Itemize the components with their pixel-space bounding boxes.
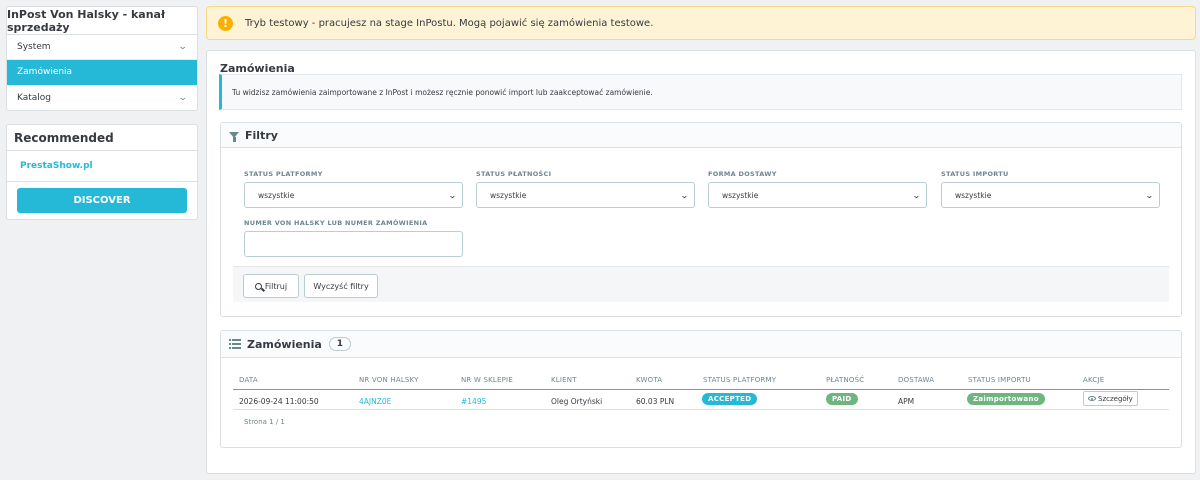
chevron-down-icon: ⌄ <box>912 190 922 200</box>
col-delivery[interactable]: DOSTAWA <box>898 376 934 384</box>
orders-header: Zamówienia 1 <box>221 331 1181 358</box>
select-value: wszystkie <box>258 190 295 200</box>
main-panel: Zamówienia Tu widzisz zamówienia zaimpor… <box>206 50 1196 474</box>
col-client[interactable]: KLIENT <box>551 376 577 384</box>
delivery-form-select[interactable]: wszystkie ⌄ <box>708 182 927 208</box>
sidebar-item-system[interactable]: System ⌄ <box>7 35 197 60</box>
recommended-title: Recommended <box>7 125 197 151</box>
filter-button-label: Filtruj <box>264 281 288 291</box>
details-button[interactable]: Szczegóły <box>1083 391 1138 406</box>
clear-filters-button[interactable]: Wyczyść filtry <box>304 274 378 298</box>
payment-status-label: STATUS PŁATNOŚCI <box>476 170 552 178</box>
chevron-down-icon: ⌄ <box>680 190 690 200</box>
order-number-label: NUMER VON HALSKY LUB NUMER ZAMÓWIENIA <box>244 219 428 227</box>
warning-icon: ! <box>218 15 233 31</box>
select-value: wszystkie <box>955 190 992 200</box>
col-platform-status[interactable]: STATUS PLATFORMY <box>703 376 776 384</box>
col-import-status[interactable]: STATUS IMPORTU <box>968 376 1031 384</box>
info-text: Tu widzisz zamówienia zaimportowane z In… <box>232 87 653 97</box>
eye-icon <box>1088 396 1096 401</box>
import-status-badge: Zaimportowano <box>967 393 1045 405</box>
discover-wrap: DISCOVER <box>7 182 197 219</box>
alert-text: Tryb testowy - pracujesz na stage InPost… <box>245 17 654 29</box>
payment-status-badge: PAID <box>826 393 858 405</box>
module-title: InPost Von Halsky - kanał sprzedaży <box>7 7 197 35</box>
col-shop-number[interactable]: NR W SKLEPIE <box>461 376 513 384</box>
filters-footer: Filtruj Wyczyść filtry <box>233 266 1169 302</box>
table-row-divider <box>233 409 1169 410</box>
cell-client: Oleg Ortyński <box>551 397 603 406</box>
chevron-down-icon: ⌄ <box>178 92 189 103</box>
orders-title: Zamówienia <box>247 337 322 351</box>
chevron-down-icon: ⌄ <box>178 42 189 52</box>
orders-card: Zamówienia 1 DATA NR VON HALSKY NR W SKL… <box>220 330 1182 448</box>
list-icon <box>229 339 241 349</box>
order-number-input[interactable] <box>244 231 463 257</box>
chevron-down-icon: ⌄ <box>448 190 458 200</box>
filter-button[interactable]: Filtruj <box>243 274 299 298</box>
sidebar-item-label: Katalog <box>17 92 52 103</box>
select-value: wszystkie <box>490 190 527 200</box>
info-box: Tu widzisz zamówienia zaimportowane z In… <box>219 74 1182 110</box>
sidebar-item-orders[interactable]: Zamówienia <box>7 60 197 85</box>
select-value: wszystkie <box>722 190 759 200</box>
cell-shop-number-link[interactable]: #1495 <box>461 397 486 406</box>
import-status-label: STATUS IMPORTU <box>941 170 1009 178</box>
sidebar-item-label: System <box>17 42 51 52</box>
search-icon <box>254 282 262 290</box>
filters-card: Filtry STATUS PLATFORMY wszystkie ⌄ STAT… <box>220 122 1182 317</box>
recommended-card: Recommended PrestaShow.pl DISCOVER <box>6 124 198 220</box>
chevron-down-icon: ⌄ <box>1145 190 1155 200</box>
platform-status-badge: ACCEPTED <box>702 393 758 405</box>
payment-status-select[interactable]: wszystkie ⌄ <box>476 182 695 208</box>
import-status-select[interactable]: wszystkie ⌄ <box>941 182 1160 208</box>
recommended-link[interactable]: PrestaShow.pl <box>7 151 197 182</box>
orders-count-badge: 1 <box>328 337 351 351</box>
cell-delivery: APM <box>898 397 915 406</box>
module-menu: InPost Von Halsky - kanał sprzedaży Syst… <box>6 6 198 111</box>
sidebar-item-catalog[interactable]: Katalog ⌄ <box>7 85 197 110</box>
col-amount[interactable]: KWOTA <box>636 376 662 384</box>
details-button-label: Szczegóły <box>1098 394 1133 403</box>
discover-button[interactable]: DISCOVER <box>17 188 187 213</box>
platform-status-select[interactable]: wszystkie ⌄ <box>244 182 463 208</box>
col-date[interactable]: DATA <box>239 376 258 384</box>
col-actions: AKCJE <box>1083 376 1105 384</box>
filter-icon <box>229 132 239 142</box>
test-mode-alert: ! Tryb testowy - pracujesz na stage InPo… <box>206 6 1196 40</box>
delivery-form-label: FORMA DOSTAWY <box>708 170 777 178</box>
table-header-divider <box>233 389 1169 390</box>
filters-title: Filtry <box>245 128 278 142</box>
col-payment[interactable]: PŁATNOŚĆ <box>826 376 864 384</box>
cell-date: 2026-09-24 11:00:50 <box>239 397 319 406</box>
platform-status-label: STATUS PLATFORMY <box>244 170 323 178</box>
sidebar-item-label: Zamówienia <box>17 67 73 77</box>
pagination-info: Strona 1 / 1 <box>244 418 285 426</box>
cell-vh-number-link[interactable]: 4AJNZ0E <box>359 397 391 406</box>
filters-header: Filtry <box>221 123 1181 148</box>
col-vh-number[interactable]: NR VON HALSKY <box>359 376 419 384</box>
sidebar: InPost Von Halsky - kanał sprzedaży Syst… <box>6 6 198 220</box>
cell-amount: 60.03 PLN <box>636 397 675 406</box>
